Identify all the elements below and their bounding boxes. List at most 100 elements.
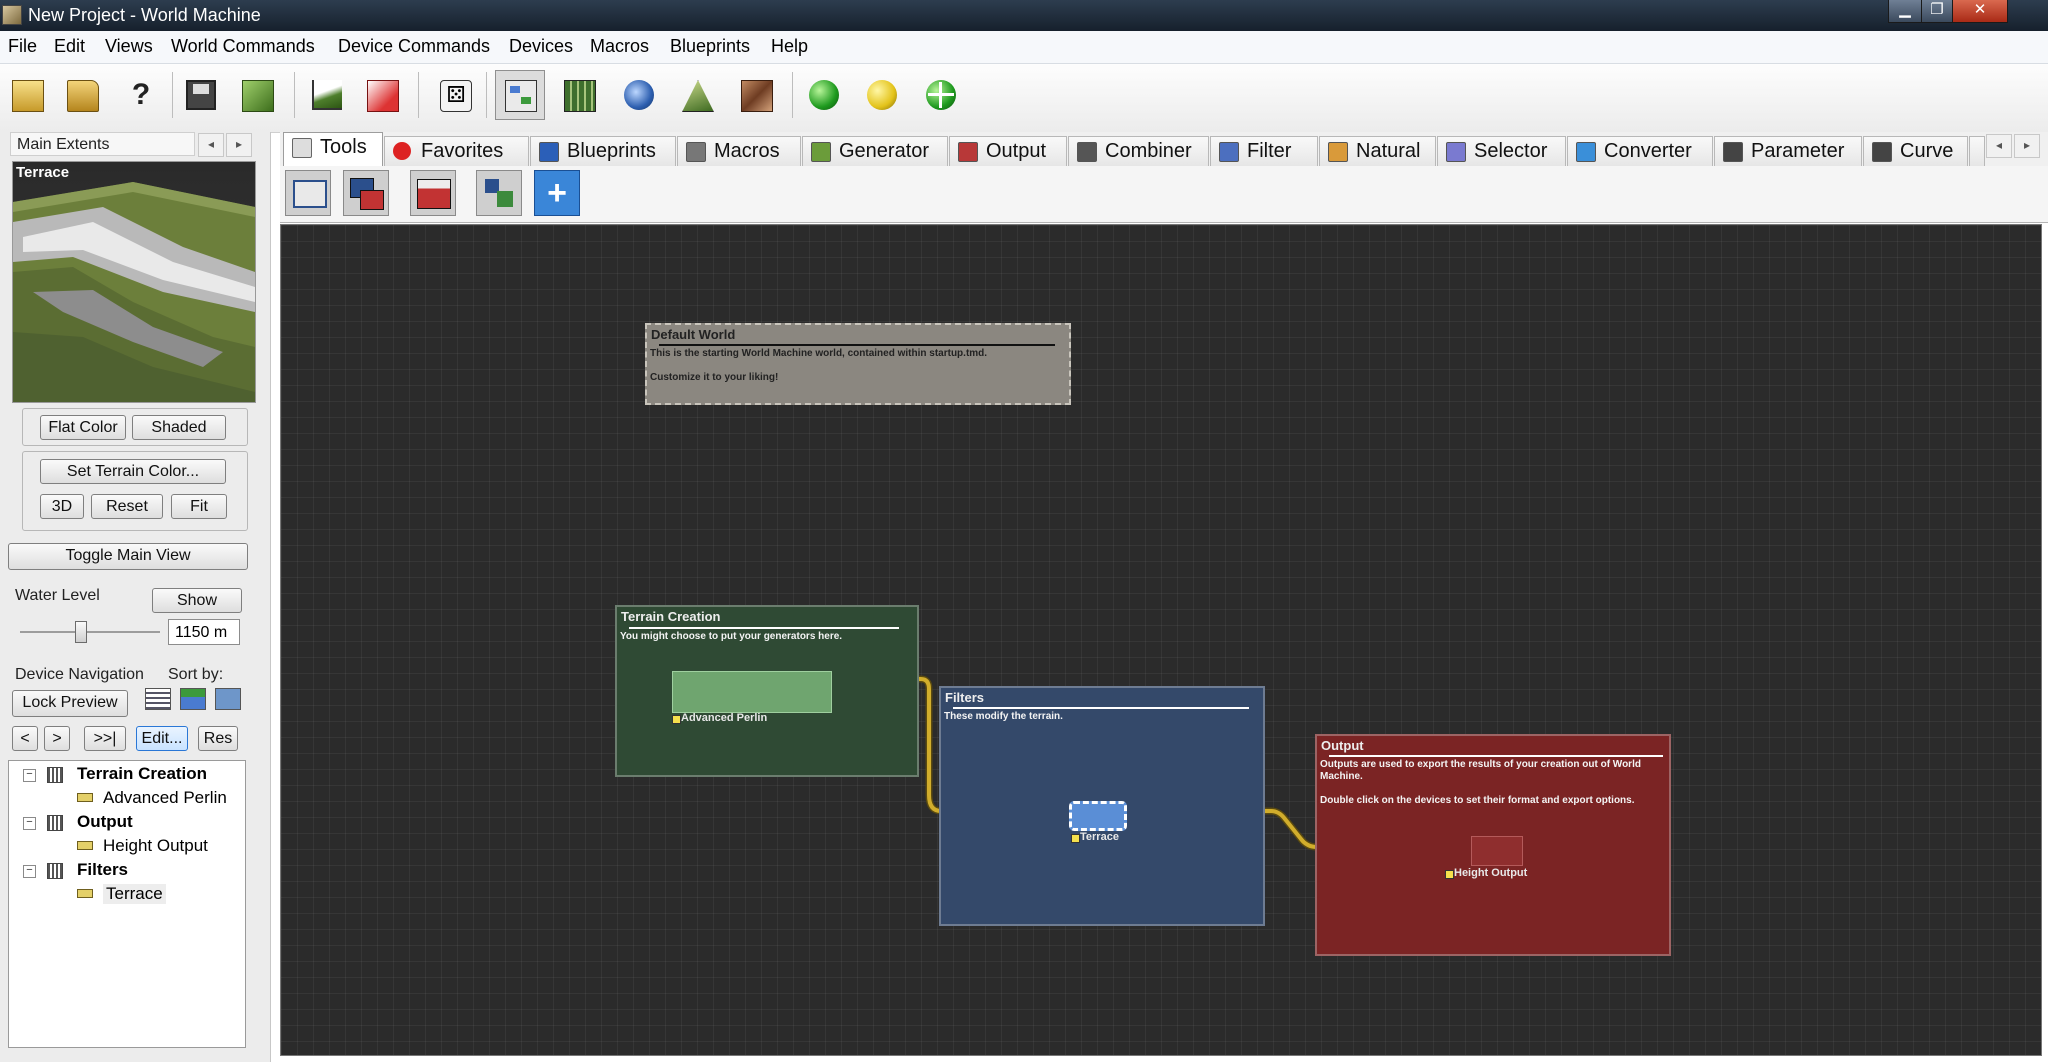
tree-item-advanced-perlin[interactable]: Advanced Perlin <box>103 788 227 808</box>
group-default-world[interactable]: Default World This is the starting World… <box>645 323 1071 405</box>
sort-type-icon[interactable] <box>180 688 206 710</box>
tree-collapse-icon[interactable]: − <box>23 769 36 782</box>
tab-blueprints[interactable]: Blueprints <box>530 136 676 166</box>
group-icon <box>47 815 63 831</box>
tab-natural[interactable]: Natural <box>1319 136 1436 166</box>
extents-prev-button[interactable]: ◂ <box>198 133 224 157</box>
group-output[interactable]: Output Outputs are used to export the re… <box>1315 734 1671 956</box>
explorer-view-button[interactable] <box>672 70 722 120</box>
group-color-tool-button[interactable] <box>343 170 389 216</box>
menu-blueprints[interactable]: Blueprints <box>670 36 750 57</box>
menu-devices[interactable]: Devices <box>509 36 573 57</box>
device-height-output[interactable] <box>1471 836 1523 866</box>
tab-scroll-left-button[interactable]: ◂ <box>1986 134 2012 158</box>
menu-views[interactable]: Views <box>105 36 153 57</box>
tab-curve[interactable]: Curve <box>1863 136 1968 166</box>
preview-overlay-label: Terrace <box>16 164 70 181</box>
nav-last-button[interactable]: >>| <box>84 726 126 751</box>
window-title: New Project - World Machine <box>28 5 261 25</box>
nav-prev-button[interactable]: < <box>12 726 38 751</box>
tree-item-terrain-creation[interactable]: Terrain Creation <box>77 764 207 784</box>
world-view-button[interactable] <box>614 70 664 120</box>
terrain-preview[interactable]: Terrace <box>12 161 256 403</box>
build-go-button[interactable] <box>799 70 849 120</box>
menu-help[interactable]: Help <box>771 36 808 57</box>
terrain-view-button[interactable] <box>302 70 352 120</box>
res-button[interactable]: Res <box>198 726 238 751</box>
menu-device-commands[interactable]: Device Commands <box>338 36 490 57</box>
new-project-button[interactable] <box>2 70 52 120</box>
menu-file[interactable]: File <box>8 36 37 57</box>
tab-generator[interactable]: Generator <box>802 136 948 166</box>
sort-graph-icon[interactable] <box>215 688 241 710</box>
build-pause-button[interactable] <box>857 70 907 120</box>
group-title: Terrain Creation <box>621 609 721 624</box>
build-extents-button[interactable] <box>916 70 966 120</box>
water-level-slider-thumb[interactable] <box>75 621 88 643</box>
extents-next-button[interactable]: ▸ <box>226 133 252 157</box>
export-button[interactable] <box>232 70 282 120</box>
tab-parameter[interactable]: Parameter <box>1714 136 1862 166</box>
tab-scroll-right-button[interactable]: ▸ <box>2014 134 2040 158</box>
toggle-main-view-button[interactable]: Toggle Main View <box>8 543 248 570</box>
layout-tool-button[interactable] <box>476 170 522 216</box>
close-button[interactable]: ✕ <box>1952 0 2008 23</box>
group-terrain-creation[interactable]: Terrain Creation You might choose to put… <box>615 605 919 777</box>
tree-item-output[interactable]: Output <box>77 812 133 832</box>
tab-selector[interactable]: Selector <box>1437 136 1566 166</box>
fit-button[interactable]: Fit <box>171 494 227 519</box>
nav-next-button[interactable]: > <box>44 726 70 751</box>
tree-collapse-icon[interactable]: − <box>23 865 36 878</box>
tab-filter[interactable]: Filter <box>1210 136 1318 166</box>
open-project-button[interactable] <box>57 70 107 120</box>
tree-item-terrace[interactable]: Terrace <box>103 884 166 904</box>
maximize-button[interactable]: ❐ <box>1921 0 1953 23</box>
menu-macros[interactable]: Macros <box>590 36 649 57</box>
group-filters[interactable]: Filters These modify the terrain. Terrac… <box>939 686 1265 926</box>
export-icon <box>242 80 274 112</box>
texture-view-icon <box>741 80 773 112</box>
shaded-button[interactable]: Shaded <box>132 415 226 440</box>
device-status-icon <box>1445 870 1454 879</box>
lock-preview-button[interactable]: Lock Preview <box>12 690 128 717</box>
tab-combiner[interactable]: Combiner <box>1068 136 1209 166</box>
random-seed-button[interactable]: ⚄ <box>430 70 480 120</box>
device-advanced-perlin[interactable] <box>672 671 832 713</box>
extents-select[interactable]: Main Extents <box>10 132 195 156</box>
device-color-tool-button[interactable] <box>410 170 456 216</box>
texture-view-button[interactable] <box>731 70 781 120</box>
flat-color-button[interactable]: Flat Color <box>40 415 126 440</box>
reset-button[interactable]: Reset <box>91 494 163 519</box>
save-button[interactable] <box>176 70 226 120</box>
tab-favorites[interactable]: Favorites <box>384 136 529 166</box>
set-terrain-color-button[interactable]: Set Terrain Color... <box>40 459 226 484</box>
edit-button[interactable]: Edit... <box>136 726 188 751</box>
sort-list-icon[interactable] <box>145 688 171 710</box>
help-button[interactable]: ? <box>116 70 166 120</box>
tree-collapse-icon[interactable]: − <box>23 817 36 830</box>
tab-macros[interactable]: Macros <box>677 136 801 166</box>
minimize-button[interactable]: ▁ <box>1888 0 1922 23</box>
device-terrace[interactable] <box>1069 801 1127 831</box>
menu-world-commands[interactable]: World Commands <box>171 36 315 57</box>
tab-tools[interactable]: Tools <box>283 132 383 166</box>
add-tool-button[interactable]: + <box>534 170 580 216</box>
device-view-button[interactable] <box>495 70 545 120</box>
water-level-slider-track[interactable] <box>20 631 160 633</box>
device-label: Terrace <box>1080 831 1119 843</box>
tree-item-height-output[interactable]: Height Output <box>103 836 208 856</box>
tab-converter[interactable]: Converter <box>1567 136 1713 166</box>
build-button[interactable] <box>357 70 407 120</box>
build-pause-icon <box>867 80 897 110</box>
layout-view-button[interactable] <box>554 70 604 120</box>
device-palette-tabs: Tools Favorites Blueprints Macros Genera… <box>280 132 2048 167</box>
water-show-button[interactable]: Show <box>152 588 242 613</box>
group-tool-button[interactable] <box>285 170 331 216</box>
tree-item-filters[interactable]: Filters <box>77 860 128 880</box>
device-workspace[interactable]: Default World This is the starting World… <box>280 224 2042 1056</box>
menu-edit[interactable]: Edit <box>54 36 85 57</box>
water-level-field[interactable]: 1150 m <box>168 619 240 645</box>
3d-button[interactable]: 3D <box>40 494 84 519</box>
tab-overflow[interactable] <box>1969 136 1985 166</box>
tab-output[interactable]: Output <box>949 136 1067 166</box>
